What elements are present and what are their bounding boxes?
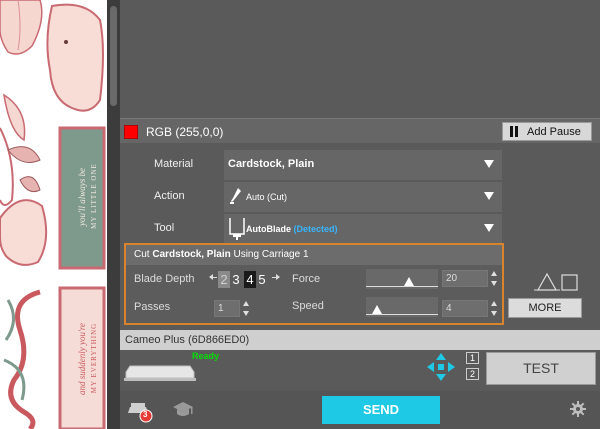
send-button[interactable]: SEND <box>322 396 440 424</box>
color-swatch <box>124 125 138 139</box>
scrollbar-thumb[interactable] <box>110 6 117 106</box>
autoblade-icon <box>229 218 245 240</box>
device-bar[interactable]: Cameo Plus (6D866ED0) <box>120 330 600 350</box>
tool-value: AutoBlade (Detected) <box>246 224 338 234</box>
chevron-down-icon <box>484 192 494 200</box>
add-pause-button[interactable]: Add Pause <box>502 122 592 141</box>
green-card-text: you'll always be MY LITTLE ONE <box>77 163 98 229</box>
blade-depth-digit[interactable]: 5 <box>256 271 268 288</box>
material-value: Cardstock, Plain <box>228 158 315 170</box>
cut-settings-header: Cut Cardstock, Plain Using Carriage 1 <box>126 245 502 265</box>
device-area: Ready 1 2 TEST <box>120 350 600 391</box>
force-slider-thumb[interactable] <box>404 277 414 286</box>
action-label: Action <box>154 190 185 202</box>
material-dropdown[interactable]: Cardstock, Plain <box>224 150 502 180</box>
knife-icon <box>230 188 241 204</box>
pink-card-text: and suddenly you're MY EVERYTHING <box>77 322 98 396</box>
speed-label: Speed <box>292 300 324 312</box>
blade-depth-picker[interactable]: 2 3 4 5 <box>209 271 280 288</box>
passes-stepper[interactable] <box>242 300 250 317</box>
arrow-right-icon[interactable] <box>272 274 280 280</box>
force-label: Force <box>292 273 321 285</box>
blade-depth-digit-selected[interactable]: 4 <box>244 271 256 288</box>
cut-settings-body: Blade Depth 2 3 4 5 Force 20 Passes 1 Sp… <box>126 265 502 323</box>
device-name: Cameo Plus (6D866ED0) <box>125 334 250 346</box>
passes-input[interactable]: 1 <box>214 300 240 317</box>
bottom-toolbar: 3 SEND <box>120 391 600 429</box>
send-panel: RGB (255,0,0) Add Pause Material Cardsto… <box>120 0 600 429</box>
canvas-scrollbar[interactable] <box>107 0 120 429</box>
more-button[interactable]: MORE <box>508 298 582 318</box>
tool-label: Tool <box>154 222 175 234</box>
speed-input[interactable]: 4 <box>442 300 488 317</box>
force-input[interactable]: 20 <box>442 270 488 287</box>
arrow-left-icon[interactable] <box>209 274 217 280</box>
ready-status: Ready <box>192 351 220 361</box>
speed-slider[interactable] <box>366 297 438 317</box>
speed-slider-thumb[interactable] <box>372 305 382 314</box>
chevron-down-icon <box>484 224 494 232</box>
line-segment-overcut-icon[interactable] <box>534 270 582 292</box>
blade-depth-label: Blade Depth <box>134 273 195 285</box>
graduation-cap-icon[interactable] <box>172 401 194 419</box>
design-canvas[interactable]: you'll always be MY LITTLE ONE and sudde… <box>0 0 107 429</box>
move-arrows-icon[interactable] <box>426 352 456 382</box>
force-stepper[interactable] <box>490 270 498 287</box>
carriage-2-button[interactable]: 2 <box>466 368 479 380</box>
blade-depth-digit[interactable]: 3 <box>230 271 242 288</box>
chevron-down-icon <box>484 160 494 168</box>
carriage-1-button[interactable]: 1 <box>466 352 479 364</box>
cut-settings-panel: Cut Cardstock, Plain Using Carriage 1 Bl… <box>124 243 504 325</box>
queue-count-badge: 3 <box>143 410 148 419</box>
send-queue-icon[interactable]: 3 <box>128 399 154 423</box>
blade-depth-digit[interactable]: 2 <box>218 271 230 288</box>
color-label: RGB (255,0,0) <box>146 125 224 139</box>
add-pause-label: Add Pause <box>527 126 581 138</box>
tool-detected: (Detected) <box>293 224 338 234</box>
action-value: Auto (Cut) <box>246 192 288 202</box>
silhouette-send-window: you'll always be MY LITTLE ONE and sudde… <box>0 0 600 429</box>
test-button[interactable]: TEST <box>486 352 596 385</box>
passes-label: Passes <box>134 301 171 313</box>
gear-icon[interactable] <box>570 401 586 417</box>
cutter-machine-icon <box>124 365 196 381</box>
action-dropdown[interactable]: Auto (Cut) <box>224 182 502 212</box>
speed-stepper[interactable] <box>490 300 498 317</box>
pause-icon <box>509 126 519 137</box>
cut-settings-title: Cut Cardstock, Plain Using Carriage 1 <box>134 249 309 260</box>
color-layer-row[interactable]: RGB (255,0,0) Add Pause <box>120 118 600 143</box>
material-label: Material <box>154 158 194 170</box>
force-slider[interactable] <box>366 269 438 289</box>
tool-dropdown[interactable]: AutoBlade (Detected) <box>224 214 502 244</box>
